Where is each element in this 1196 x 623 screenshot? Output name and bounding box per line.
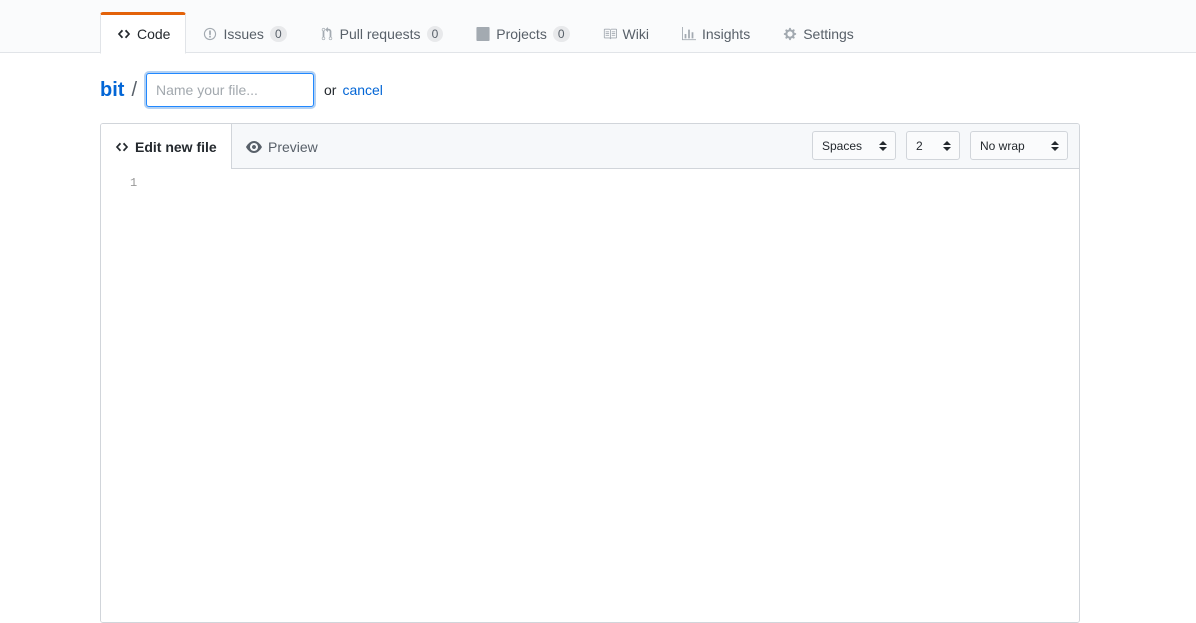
tab-preview[interactable]: Preview (232, 124, 332, 169)
indent-size-select[interactable]: 2 (906, 131, 960, 160)
code-icon (116, 26, 132, 42)
tab-code-label: Code (137, 26, 171, 42)
indent-size-value: 2 (916, 138, 923, 153)
breadcrumb-separator: / (131, 78, 137, 101)
project-icon (475, 26, 491, 42)
tab-projects[interactable]: Projects 0 (459, 12, 585, 53)
tab-edit-new-file[interactable]: Edit new file (101, 124, 232, 170)
editor-header: Edit new file Preview Spaces 2 No wrap (101, 124, 1079, 170)
tab-pull-requests[interactable]: Pull requests 0 (303, 12, 460, 53)
projects-counter: 0 (552, 25, 570, 42)
or-text: or (324, 82, 337, 98)
git-pull-request-icon (319, 26, 335, 42)
breadcrumb: bit / or cancel (100, 72, 383, 108)
indent-mode-select[interactable]: Spaces (812, 131, 896, 160)
cancel-link[interactable]: cancel (342, 82, 382, 98)
tab-settings-label: Settings (803, 25, 854, 42)
graph-icon (681, 26, 697, 42)
tab-projects-label: Projects (496, 25, 547, 42)
tab-issues[interactable]: Issues 0 (186, 12, 302, 53)
file-editor: Edit new file Preview Spaces 2 No wrap 1 (100, 123, 1080, 623)
gear-icon (782, 26, 798, 42)
tab-insights[interactable]: Insights (665, 12, 766, 53)
tab-code[interactable]: Code (100, 12, 187, 54)
filename-input[interactable] (146, 73, 314, 107)
tab-preview-label: Preview (268, 138, 318, 155)
wrap-mode-value: No wrap (980, 138, 1025, 153)
code-icon (115, 142, 129, 152)
wrap-mode-select[interactable]: No wrap (970, 131, 1068, 160)
select-arrows-icon (879, 140, 887, 151)
repo-link[interactable]: bit (100, 79, 124, 102)
tab-issues-label: Issues (223, 25, 264, 42)
code-textarea[interactable] (156, 169, 1079, 622)
tab-wiki-label: Wiki (622, 25, 649, 42)
editor-options: Spaces 2 No wrap (812, 131, 1068, 160)
book-icon (602, 26, 618, 42)
tab-edit-label: Edit new file (135, 139, 217, 155)
tab-pull-requests-label: Pull requests (339, 25, 421, 42)
tab-settings[interactable]: Settings (766, 12, 870, 53)
pull-requests-counter: 0 (426, 25, 444, 42)
tab-wiki[interactable]: Wiki (586, 12, 665, 53)
issue-opened-icon (202, 26, 218, 42)
issues-counter: 0 (269, 25, 287, 42)
editor-body: 1 (101, 169, 1079, 622)
indent-mode-value: Spaces (822, 138, 863, 153)
tab-insights-label: Insights (701, 25, 751, 42)
repo-nav: Code Issues 0 Pull requests 0 Projects 0… (100, 12, 870, 54)
select-arrows-icon (1051, 140, 1059, 151)
eye-icon (246, 140, 262, 153)
line-number: 1 (130, 176, 138, 190)
select-arrows-icon (943, 140, 951, 151)
